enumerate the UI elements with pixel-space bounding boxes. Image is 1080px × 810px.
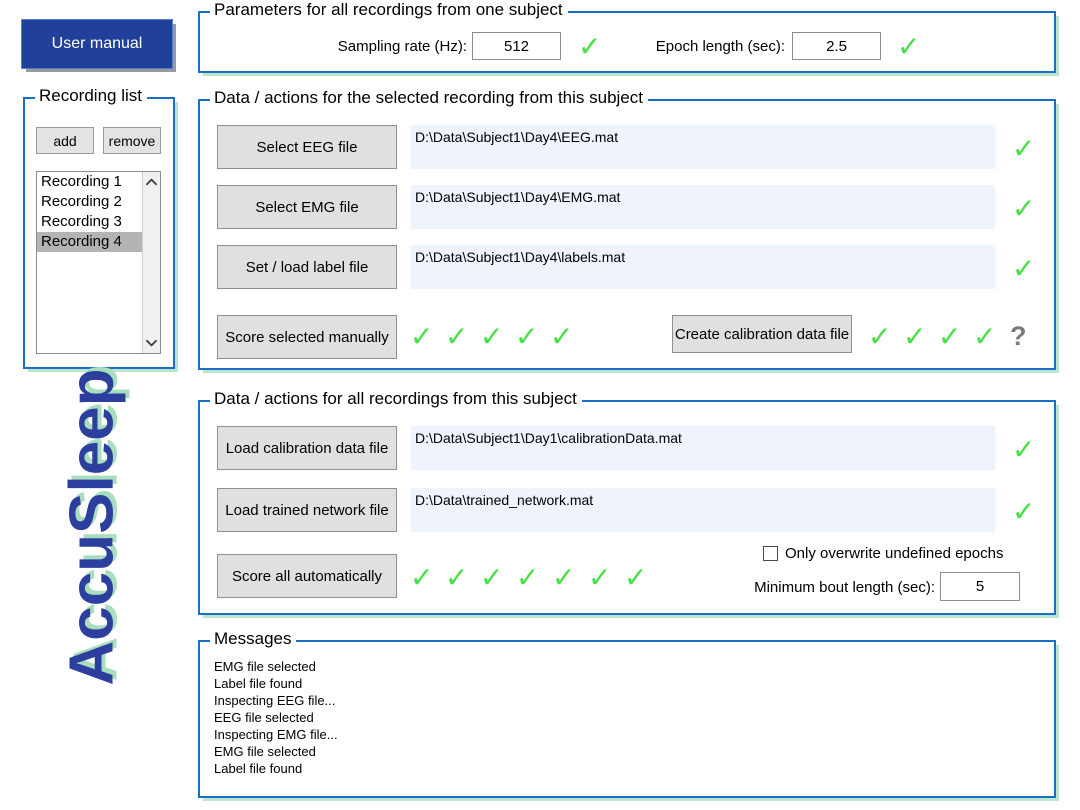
create-calibration-check-1: ✓ <box>868 320 892 353</box>
message-line: EMG file selected <box>214 659 316 674</box>
all-recordings-panel: Data / actions for all recordings from t… <box>198 389 1056 615</box>
score-auto-check-1: ✓ <box>410 561 434 594</box>
selected-recording-panel-title: Data / actions for the selected recordin… <box>210 88 648 108</box>
message-line: Inspecting EMG file... <box>214 727 338 742</box>
chevron-up-icon[interactable] <box>143 174 160 190</box>
score-all-automatically-label: Score all automatically <box>231 567 383 585</box>
recording-list-title: Recording list <box>35 86 147 106</box>
minimum-bout-length-value: 5 <box>975 578 985 595</box>
load-calibration-data-file-label: Load calibration data file <box>225 439 389 457</box>
user-manual-label: User manual <box>51 35 143 52</box>
score-auto-check-7: ✓ <box>624 561 648 594</box>
emg-file-status-check: ✓ <box>1012 192 1036 225</box>
set-load-label-file-button[interactable]: Set / load label file <box>217 245 397 289</box>
checkbox-box-icon[interactable] <box>763 546 778 561</box>
message-line: Label file found <box>214 676 303 691</box>
add-button-label: add <box>53 132 77 149</box>
label-file-path-field[interactable]: D:\Data\Subject1\Day4\labels.mat <box>411 245 995 289</box>
select-emg-file-button[interactable]: Select EMG file <box>217 185 397 229</box>
accusleep-logo: AccuSleep <box>57 368 127 686</box>
score-manual-check-4: ✓ <box>515 320 539 353</box>
create-calibration-data-file-button[interactable]: Create calibration data file <box>672 315 852 353</box>
listbox-scrollbar[interactable] <box>142 172 160 353</box>
create-calibration-check-2: ✓ <box>903 320 927 353</box>
label-file-status-check: ✓ <box>1012 252 1036 285</box>
load-calibration-data-file-button[interactable]: Load calibration data file <box>217 426 397 470</box>
create-calibration-data-file-label: Create calibration data file <box>674 325 850 343</box>
calibration-data-status-check: ✓ <box>1012 433 1036 466</box>
messages-panel-title: Messages <box>210 629 297 649</box>
load-trained-network-file-label: Load trained network file <box>225 501 389 519</box>
score-manual-check-1: ✓ <box>410 320 434 353</box>
messages-panel: Messages EMG file selected Label file fo… <box>198 629 1056 798</box>
score-all-automatically-button[interactable]: Score all automatically <box>217 554 397 598</box>
remove-recording-button[interactable]: remove <box>103 127 161 154</box>
selected-recording-panel: Data / actions for the selected recordin… <box>198 88 1056 370</box>
epoch-length-status-check: ✓ <box>897 30 921 63</box>
eeg-file-status-check: ✓ <box>1012 132 1036 165</box>
eeg-file-path-field[interactable]: D:\Data\Subject1\Day4\EEG.mat <box>411 125 995 169</box>
add-recording-button[interactable]: add <box>36 127 94 154</box>
score-selected-manually-button[interactable]: Score selected manually <box>217 315 397 359</box>
score-selected-manually-label: Score selected manually <box>225 328 389 346</box>
create-calibration-check-3: ✓ <box>938 320 962 353</box>
epoch-length-input[interactable]: 2.5 <box>792 32 881 60</box>
list-item[interactable]: Recording 3 <box>37 212 143 232</box>
minimum-bout-length-input[interactable]: 5 <box>940 572 1020 601</box>
load-trained-network-file-button[interactable]: Load trained network file <box>217 488 397 532</box>
create-calibration-unknown-status: ? <box>1010 321 1027 351</box>
sampling-rate-input[interactable]: 512 <box>472 32 561 60</box>
message-line: EMG file selected <box>214 744 316 759</box>
message-line: EEG file selected <box>214 710 314 725</box>
list-item[interactable]: Recording 2 <box>37 192 143 212</box>
only-overwrite-undefined-epochs-label: Only overwrite undefined epochs <box>785 545 1004 562</box>
recording-listbox[interactable]: Recording 1 Recording 2 Recording 3 Reco… <box>36 171 161 354</box>
set-load-label-file-label: Set / load label file <box>245 258 369 276</box>
score-auto-check-3: ✓ <box>480 561 504 594</box>
message-line: Label file found <box>214 761 303 776</box>
trained-network-path-field[interactable]: D:\Data\trained_network.mat <box>411 488 995 532</box>
list-item[interactable]: Recording 1 <box>37 172 143 192</box>
calibration-data-path-field[interactable]: D:\Data\Subject1\Day1\calibrationData.ma… <box>411 426 995 470</box>
minimum-bout-length-label: Minimum bout length (sec): <box>754 579 935 596</box>
all-recordings-panel-title: Data / actions for all recordings from t… <box>210 389 582 409</box>
select-eeg-file-label: Select EEG file <box>256 138 358 156</box>
chevron-down-icon[interactable] <box>143 335 160 351</box>
score-manual-check-5: ✓ <box>550 320 574 353</box>
recording-listbox-items: Recording 1 Recording 2 Recording 3 Reco… <box>37 172 143 252</box>
parameters-panel: Parameters for all recordings from one s… <box>198 0 1056 73</box>
parameters-panel-title: Parameters for all recordings from one s… <box>210 0 568 20</box>
score-auto-check-5: ✓ <box>552 561 576 594</box>
epoch-length-value: 2.5 <box>826 37 847 55</box>
list-item-selected[interactable]: Recording 4 <box>37 232 143 252</box>
user-manual-button[interactable]: User manual <box>21 19 173 69</box>
sampling-rate-status-check: ✓ <box>578 30 602 63</box>
score-auto-check-4: ✓ <box>516 561 540 594</box>
trained-network-status-check: ✓ <box>1012 495 1036 528</box>
score-auto-check-2: ✓ <box>445 561 469 594</box>
epoch-length-label: Epoch length (sec): <box>655 38 785 55</box>
score-manual-check-3: ✓ <box>480 320 504 353</box>
score-auto-check-6: ✓ <box>588 561 612 594</box>
remove-button-label: remove <box>108 132 156 149</box>
messages-list: EMG file selected Label file found Inspe… <box>214 658 1046 792</box>
select-emg-file-label: Select EMG file <box>255 198 359 216</box>
emg-file-path-field[interactable]: D:\Data\Subject1\Day4\EMG.mat <box>411 185 995 229</box>
create-calibration-check-4: ✓ <box>973 320 997 353</box>
message-line: Inspecting EEG file... <box>214 693 336 708</box>
sampling-rate-label: Sampling rate (Hz): <box>337 38 467 55</box>
recording-list-panel: Recording list add remove Recording 1 Re… <box>23 86 175 369</box>
score-manual-check-2: ✓ <box>445 320 469 353</box>
select-eeg-file-button[interactable]: Select EEG file <box>217 125 397 169</box>
sampling-rate-value: 512 <box>503 37 530 55</box>
only-overwrite-undefined-epochs-checkbox[interactable]: Only overwrite undefined epochs <box>763 545 1003 562</box>
